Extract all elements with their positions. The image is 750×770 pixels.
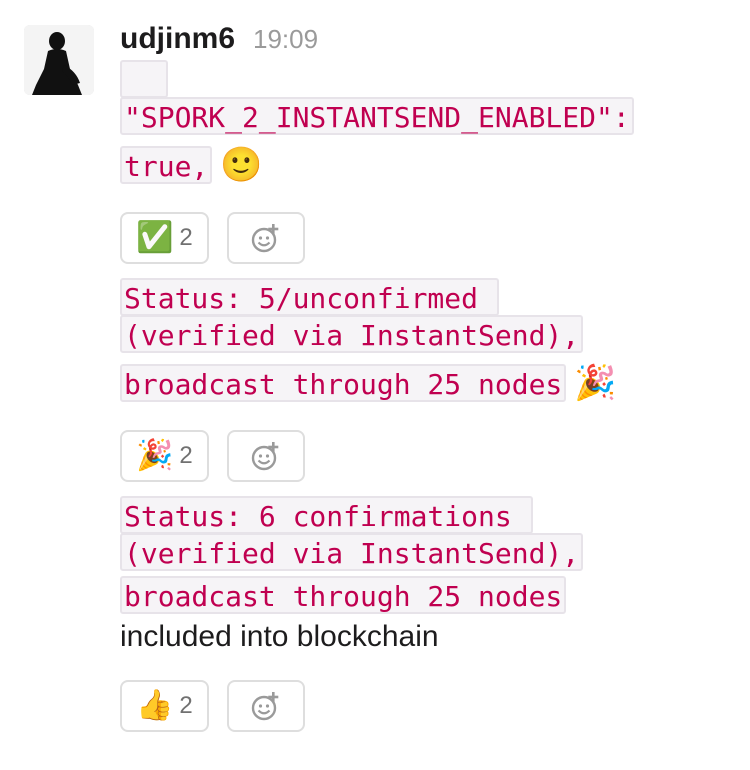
- inline-code: true,: [120, 146, 213, 184]
- code-line: true, 🙂: [120, 146, 263, 184]
- code-line: Status: 6 confirmations: [120, 496, 533, 534]
- inline-code: (verified via InstantSend),: [120, 533, 584, 571]
- code-line: (verified via InstantSend),: [120, 533, 584, 571]
- message-header: udjinm6 19:09: [120, 22, 318, 62]
- code-line: Status: 5/unconfirmed: [120, 278, 499, 316]
- code-line: (verified via InstantSend),: [120, 315, 584, 353]
- inline-code: (verified via InstantSend),: [120, 315, 584, 353]
- add-reaction-button[interactable]: [226, 212, 305, 264]
- add-reaction-icon: [251, 224, 279, 253]
- add-reaction-button[interactable]: [226, 430, 305, 482]
- message-text: included into blockchain: [120, 620, 439, 653]
- code-line: broadcast through 25 nodes: [120, 576, 567, 614]
- reaction-count: 2: [179, 692, 193, 719]
- reaction-thumbs-up[interactable]: 👍 2: [120, 680, 209, 732]
- inline-code: broadcast through 25 nodes: [120, 364, 567, 402]
- add-reaction-button[interactable]: [226, 680, 305, 732]
- avatar[interactable]: [24, 25, 94, 95]
- code-line: broadcast through 25 nodes 🎉: [120, 364, 617, 402]
- add-reaction-icon: [251, 692, 279, 721]
- code-line: [120, 60, 168, 98]
- reaction-check[interactable]: ✅ 2: [120, 212, 209, 264]
- slightly-smiling-face-emoji: 🙂: [220, 146, 263, 184]
- username[interactable]: udjinm6: [120, 22, 235, 56]
- inline-code: "SPORK_2_INSTANTSEND_ENABLED":: [120, 97, 634, 135]
- person-silhouette-icon: [24, 25, 94, 95]
- code-line: "SPORK_2_INSTANTSEND_ENABLED":: [120, 97, 634, 135]
- reaction-count: 2: [179, 442, 193, 469]
- thumbs-up-icon: 👍: [136, 689, 174, 722]
- timestamp[interactable]: 19:09: [253, 24, 318, 55]
- inline-code: Status: 5/unconfirmed: [120, 278, 499, 316]
- reaction-count: 2: [179, 224, 193, 251]
- reactions-bar: 👍 2: [120, 680, 305, 732]
- inline-code: Status: 6 confirmations: [120, 496, 533, 534]
- party-popper-icon: 🎉: [136, 439, 174, 472]
- reactions-bar: ✅ 2: [120, 212, 305, 264]
- add-reaction-icon: [251, 442, 279, 471]
- reactions-bar: 🎉 2: [120, 430, 305, 482]
- reaction-party-popper[interactable]: 🎉 2: [120, 430, 209, 482]
- party-popper-emoji: 🎉: [574, 364, 617, 402]
- check-mark-icon: ✅: [136, 221, 174, 254]
- inline-code: broadcast through 25 nodes: [120, 576, 567, 614]
- inline-code: [120, 60, 168, 98]
